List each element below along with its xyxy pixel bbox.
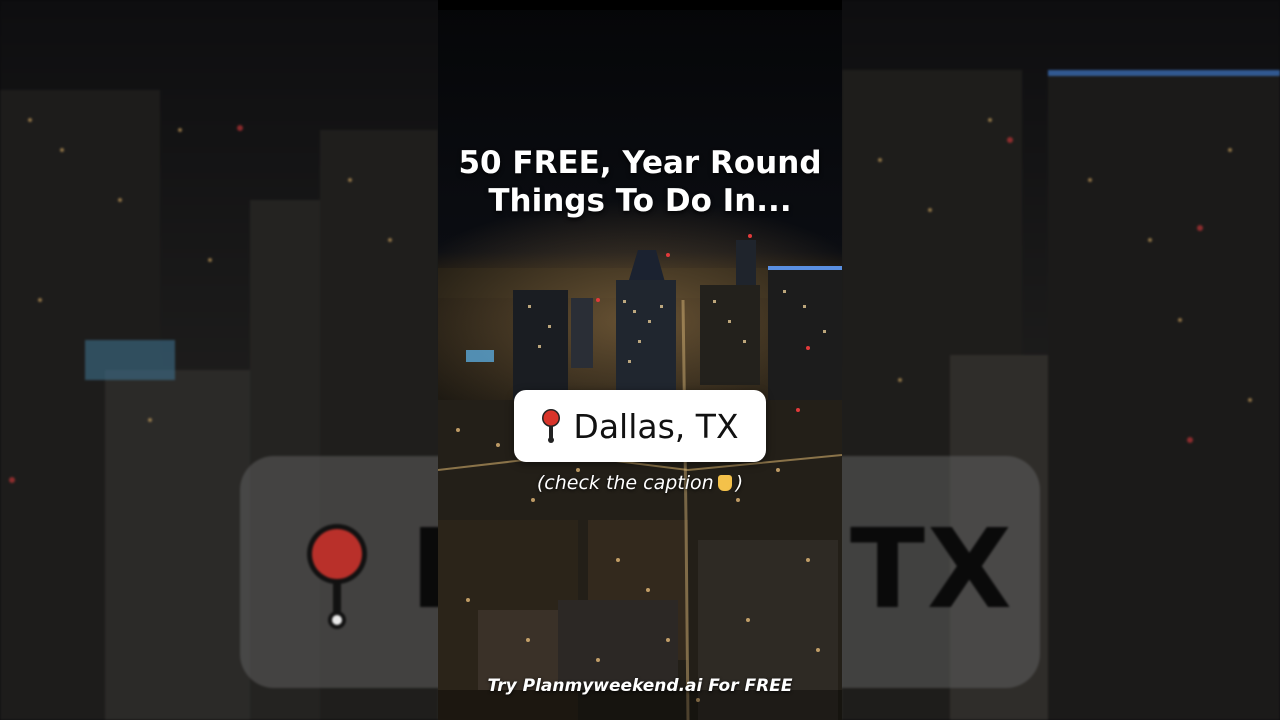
headline-line-2: Things To Do In...: [488, 183, 792, 219]
caption-hint: (check the caption): [438, 472, 842, 494]
pointing-down-hand-icon: [717, 475, 732, 491]
cta-text: Try Planmyweekend.ai For FREE: [487, 676, 793, 696]
headline-line-1: 50 FREE, Year Round: [458, 145, 822, 181]
round-pushpin-icon: [541, 408, 561, 444]
caption-hint-text: (check the caption: [536, 472, 714, 494]
dallas-night-skyline-image: [438, 0, 842, 720]
location-name: Dallas, TX: [573, 406, 739, 446]
blurred-text-right: TX: [850, 505, 1014, 633]
video-content: 50 FREE, Year Round Things To Do In... D…: [438, 0, 842, 720]
location-chip: Dallas, TX: [514, 390, 766, 462]
video-frame: D TX: [0, 0, 1280, 720]
caption-hint-close: ): [735, 472, 744, 494]
